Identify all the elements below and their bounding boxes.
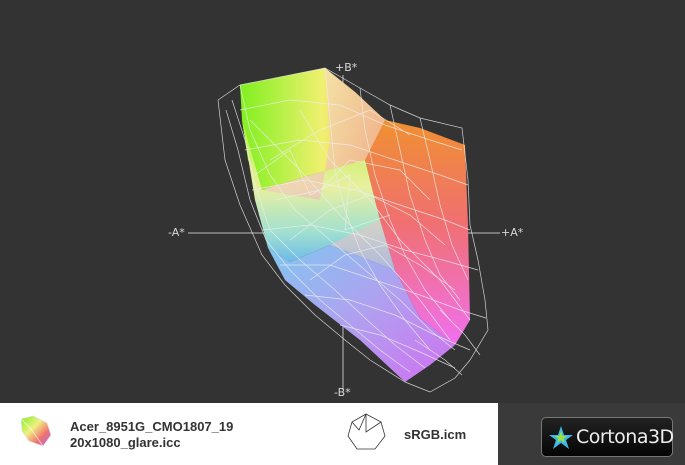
- legend-item-name-line1: Acer_8951G_CMO1807_19: [70, 419, 234, 434]
- wireframe-gamut-icon[interactable]: [345, 412, 387, 457]
- axis-label-plus-b: +B*: [335, 61, 358, 74]
- legend-item-name: Acer_8951G_CMO1807_19 20x1080_glare.icc: [70, 419, 270, 451]
- cortona3d-logo[interactable]: Cortona3D: [541, 417, 674, 457]
- brand-text: Cortona3D: [576, 426, 674, 448]
- legend-item-name-line2: 20x1080_glare.icc: [70, 435, 181, 450]
- 3d-viewer-canvas[interactable]: +B* -B* -A* +A*: [0, 0, 685, 403]
- axis-label-plus-a: +A*: [501, 226, 524, 239]
- footer-bar: Acer_8951G_CMO1807_19 20x1080_glare.icc …: [0, 403, 685, 465]
- legend-item-name-srgb: sRGB.icm: [404, 427, 467, 442]
- axis-label-minus-b: -B*: [334, 386, 351, 399]
- axis-label-minus-a: -A*: [168, 226, 185, 239]
- color-gamut-icon[interactable]: [17, 413, 57, 454]
- cortona-star-icon: [548, 425, 574, 456]
- legend-panel: Acer_8951G_CMO1807_19 20x1080_glare.icc …: [0, 403, 498, 465]
